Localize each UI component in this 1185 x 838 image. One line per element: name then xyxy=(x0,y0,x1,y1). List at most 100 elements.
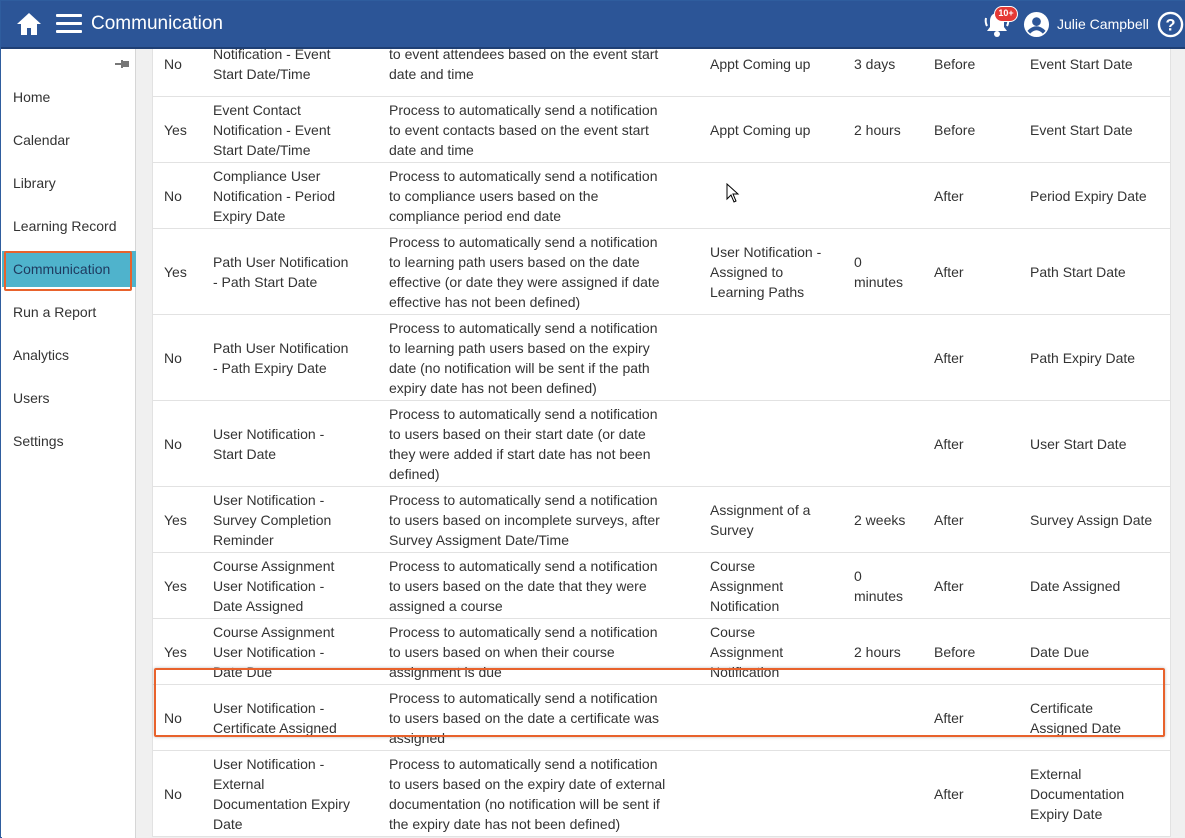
description-cell-line: to users based on the date that they wer… xyxy=(389,578,647,594)
date-field-cell: Date Assigned xyxy=(1030,576,1165,596)
date-field-cell-line: Assigned Date xyxy=(1030,720,1122,736)
name-cell-line: Start Date/Time xyxy=(213,66,311,82)
name-cell-line: Date Due xyxy=(213,664,273,680)
description-cell-line: Process to automatically send a notifica… xyxy=(389,320,658,336)
date-field-cell-line: Event Start Date xyxy=(1030,56,1133,72)
description-cell-line: Process to automatically send a notifica… xyxy=(389,406,658,422)
template-cell-line: Course xyxy=(710,624,756,640)
template-cell: Assignment of a Survey xyxy=(710,500,840,540)
sidebar-item-calendar[interactable]: Calendar xyxy=(2,122,136,158)
when-cell: After xyxy=(934,436,964,452)
name-cell-line: Notification - Event xyxy=(213,122,331,138)
sidebar-item-communication[interactable]: Communication xyxy=(2,251,136,291)
sidebar-item-run-a-report[interactable]: Run a Report xyxy=(2,294,136,330)
description-cell-line: to event attendees based on the event st… xyxy=(389,49,659,62)
when-cell: After xyxy=(934,264,964,280)
date-field-cell: User Start Date xyxy=(1030,434,1165,454)
app-window: Communication 10+ Julie Campbell ? Home … xyxy=(0,0,1185,838)
timing-cell: 3 days xyxy=(854,54,926,74)
name-cell: User Notification - Survey Completion Remi… xyxy=(213,490,373,550)
timing-cell-line: 2 hours xyxy=(854,644,901,660)
table-row[interactable]: No Notification - Event Start Date/Time to … xyxy=(153,49,1170,97)
sidebar-item-learning-record[interactable]: Learning Record xyxy=(2,208,136,244)
description-cell-line: Process to automatically send a notifica… xyxy=(389,102,658,118)
date-field-cell: Path Start Date xyxy=(1030,262,1165,282)
table-row[interactable]: No Path User Notification - Path Expiry Da… xyxy=(153,315,1170,401)
timing-cell: 0 minutes xyxy=(854,252,926,292)
description-cell: Process to automatically send a notifica… xyxy=(389,490,689,550)
user-name[interactable]: Julie Campbell xyxy=(1057,16,1149,32)
table-row[interactable]: Yes Course Assignment User Notification - D… xyxy=(153,619,1170,685)
table-row[interactable]: Yes Course Assignment User Notification - D… xyxy=(153,553,1170,619)
template-cell-line: Notification xyxy=(710,598,780,614)
when-cell: After xyxy=(934,786,964,802)
template-cell-line: Appt Coming up xyxy=(710,56,811,72)
hamburger-menu-icon[interactable] xyxy=(56,14,82,36)
name-cell: Notification - Event Start Date/Time xyxy=(213,49,373,84)
home-icon[interactable] xyxy=(15,11,43,37)
sidebar: Home Calendar Library Learning Record Co… xyxy=(2,49,136,838)
sidebar-item-users[interactable]: Users xyxy=(2,380,136,416)
name-cell-line: Course Assignment xyxy=(213,558,335,574)
date-field-cell-line: Certificate xyxy=(1030,700,1094,716)
table-row[interactable]: No Compliance User Notification - Period Ex… xyxy=(153,163,1170,229)
date-field-cell-line: Date Due xyxy=(1030,644,1090,660)
table-row[interactable]: Yes Path User Notification - Path Start Da… xyxy=(153,229,1170,315)
table-row[interactable]: No User Notification - External Documentati… xyxy=(153,751,1170,837)
description-cell-line: to users based on incomplete surveys, af… xyxy=(389,512,660,528)
description-cell-line: date and time xyxy=(389,142,474,158)
description-cell: Process to automatically send a notifica… xyxy=(389,318,689,398)
pin-icon[interactable] xyxy=(114,57,130,71)
description-cell: Process to automatically send a notifica… xyxy=(389,556,689,616)
sidebar-item-analytics[interactable]: Analytics xyxy=(2,337,136,373)
description-cell-line: effective (or date they were assigned if… xyxy=(389,274,660,290)
table-row[interactable]: No User Notification - Start Date Process t… xyxy=(153,401,1170,487)
description-cell-line: the expiry date has not been defined) xyxy=(389,816,621,832)
date-field-cell: Event Start Date xyxy=(1030,120,1165,140)
timing-cell-line: minutes xyxy=(854,588,904,604)
description-cell-line: Survey Assigment Date/Time xyxy=(389,532,569,548)
template-cell: User Notification - Assigned to Learning P… xyxy=(710,242,840,302)
description-cell-line: to event contacts based on the event sta… xyxy=(389,122,649,138)
timing-cell-line: 2 hours xyxy=(854,122,901,138)
name-cell-line: Survey Completion xyxy=(213,512,332,528)
name-cell: Path User Notification - Path Expiry Date xyxy=(213,338,373,378)
date-field-cell: Certificate Assigned Date xyxy=(1030,698,1165,738)
description-cell-line: compliance period end date xyxy=(389,208,562,224)
description-cell-line: they were added if start date has not be… xyxy=(389,446,651,462)
description-cell: Process to automatically send a notifica… xyxy=(389,622,689,682)
description-cell-line: to learning path users based on the expi… xyxy=(389,340,650,356)
template-cell-line: Assignment of a xyxy=(710,502,811,518)
sidebar-item-library[interactable]: Library xyxy=(2,165,136,201)
date-field-cell-line: Survey Assign Date xyxy=(1030,512,1153,528)
description-cell-line: Process to automatically send a notifica… xyxy=(389,624,658,640)
description-cell: Process to automatically send a notifica… xyxy=(389,232,689,312)
table-row[interactable]: No User Notification - Certificate Assigne… xyxy=(153,685,1170,751)
name-cell: User Notification - External Documentation… xyxy=(213,754,373,834)
active-cell: Yes xyxy=(164,264,187,280)
template-cell-line: Assignment xyxy=(710,644,784,660)
name-cell-line: Path User Notification xyxy=(213,254,349,270)
name-cell-line: Notification - Event xyxy=(213,49,331,62)
date-field-cell-line: Path Expiry Date xyxy=(1030,350,1136,366)
help-icon[interactable]: ? xyxy=(1157,11,1184,38)
table-row[interactable]: Yes Event Contact Notification - Event Star… xyxy=(153,97,1170,163)
template-cell-line: Learning Paths xyxy=(710,284,805,300)
description-cell: to event attendees based on the event st… xyxy=(389,49,689,84)
template-cell-line: Notification xyxy=(710,664,780,680)
name-cell-line: User Notification - xyxy=(213,756,325,772)
sidebar-item-home[interactable]: Home xyxy=(2,79,136,115)
name-cell-line: Expiry Date xyxy=(213,208,286,224)
name-cell-line: Compliance User xyxy=(213,168,321,184)
timing-cell-line: 0 xyxy=(854,254,862,270)
name-cell: Path User Notification - Path Start Date xyxy=(213,252,373,292)
name-cell-line: User Notification - xyxy=(213,578,325,594)
when-cell: Before xyxy=(934,644,976,660)
description-cell-line: Process to automatically send a notifica… xyxy=(389,168,658,184)
user-avatar-icon[interactable] xyxy=(1023,11,1050,38)
name-cell: Course Assignment User Notification - Date… xyxy=(213,556,373,616)
description-cell-line: to users based on the date a certificate… xyxy=(389,710,660,726)
timing-cell: 0 minutes xyxy=(854,566,926,606)
sidebar-item-settings[interactable]: Settings xyxy=(2,423,136,459)
table-row[interactable]: Yes User Notification - Survey Completion R… xyxy=(153,487,1170,553)
